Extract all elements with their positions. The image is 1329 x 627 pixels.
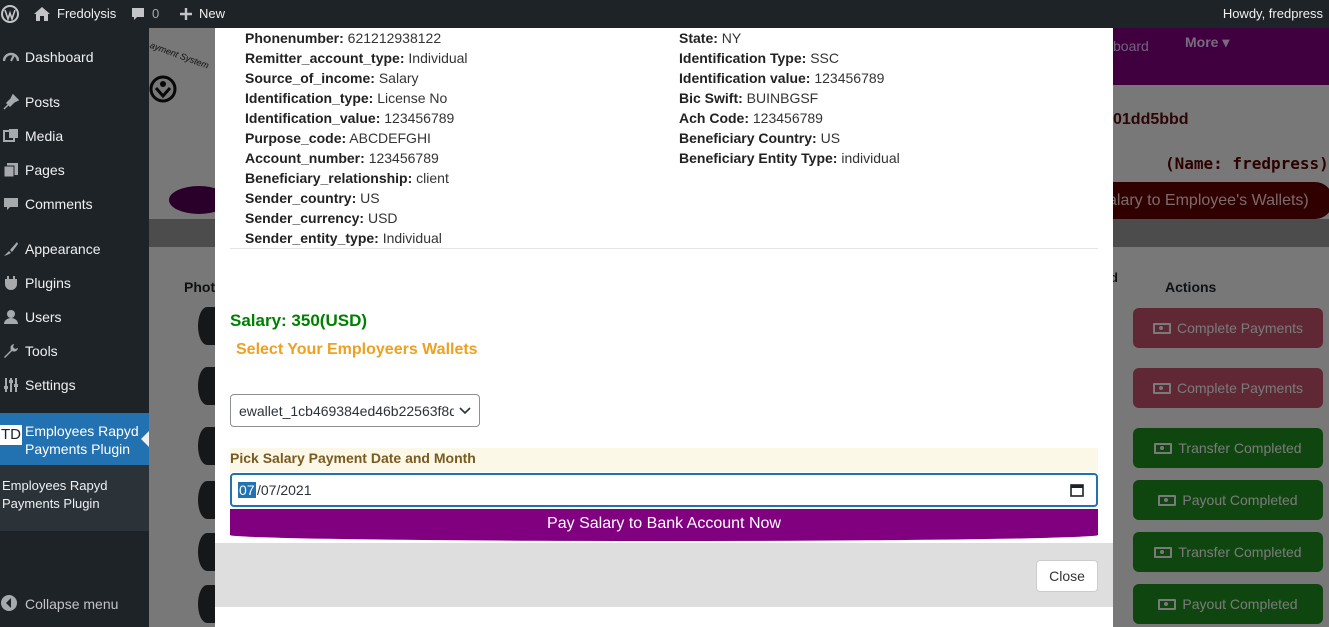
sidebar-item-label: Plugins xyxy=(25,275,71,291)
divider xyxy=(230,248,1098,249)
detail-purpose-code: Purpose_code: ABCDEFGHI xyxy=(245,130,431,146)
dashboard-icon xyxy=(2,48,20,66)
calendar-icon[interactable] xyxy=(1070,483,1084,497)
collapse-menu-button[interactable]: Collapse menu xyxy=(0,586,149,622)
new-label: New xyxy=(199,6,226,21)
sidebar-item-posts[interactable]: Posts xyxy=(0,85,149,119)
admin-bar: Fredolysis 0 New Howdy, fredpress xyxy=(0,0,1329,28)
comment-bubble-icon xyxy=(132,8,144,20)
comments-icon xyxy=(2,195,20,213)
date-month-segment[interactable]: 07 xyxy=(238,482,256,498)
sidebar-item-comments[interactable]: Comments xyxy=(0,187,149,221)
chevron-down-icon xyxy=(459,407,471,415)
comments-link[interactable]: 0 xyxy=(130,0,159,28)
detail-remitter-account-type: Remitter_account_type: Individual xyxy=(245,50,468,66)
pick-date-label: Pick Salary Payment Date and Month xyxy=(230,448,1098,472)
wrench-icon xyxy=(2,342,20,360)
close-button[interactable]: Close xyxy=(1036,560,1098,592)
settings-icon xyxy=(2,376,20,394)
plus-icon xyxy=(180,8,192,20)
sidebar-item-tools[interactable]: Tools xyxy=(0,334,149,368)
salary-date-input[interactable]: 07 /07/2021 xyxy=(230,473,1098,507)
detail-beneficiary-relationship: Beneficiary_relationship: client xyxy=(245,170,449,186)
detail-beneficiary-entity-type: Beneficiary Entity Type: individual xyxy=(679,150,900,166)
detail-beneficiary-country: Beneficiary Country: US xyxy=(679,130,841,146)
site-name-link[interactable]: Fredolysis xyxy=(33,0,116,28)
sidebar-item-label: Comments xyxy=(25,196,93,212)
detail-source-of-income: Source_of_income: Salary xyxy=(245,70,419,86)
wallet-select[interactable]: ewallet_1cb469384ed46b22563f8d xyxy=(230,394,480,427)
sidebar-item-employees-rapyd[interactable]: TD Employees Rapyd Payments Plugin xyxy=(0,413,149,465)
select-wallet-heading: Select Your Employeers Wallets xyxy=(236,341,478,358)
my-account-link[interactable]: Howdy, fredpress xyxy=(1223,0,1323,28)
new-content-link[interactable]: New xyxy=(179,0,225,28)
detail-account-number: Account_number: 123456789 xyxy=(245,150,439,166)
collapse-menu-label: Collapse menu xyxy=(25,596,119,612)
comments-count: 0 xyxy=(152,6,160,21)
sidebar-item-plugins[interactable]: Plugins xyxy=(0,266,149,300)
sidebar-item-label: Tools xyxy=(25,343,58,359)
detail-bic-swift: Bic Swift: BUINBGSF xyxy=(679,90,819,106)
pages-icon xyxy=(2,161,20,179)
collapse-arrow-icon xyxy=(0,594,18,615)
detail-identification-type: Identification_type: License No xyxy=(245,90,448,106)
detail-identification-value-right: Identification value: 123456789 xyxy=(679,70,885,86)
sidebar-item-label: Appearance xyxy=(25,241,101,257)
sidebar-item-settings[interactable]: Settings xyxy=(0,368,149,402)
submenu-item-employees-rapyd[interactable]: Employees Rapyd Payments Plugin xyxy=(2,477,149,513)
payment-modal: Phonenumber: 621212938122 Remitter_accou… xyxy=(215,28,1113,627)
detail-phonenumber: Phonenumber: 621212938122 xyxy=(245,30,442,46)
sidebar-item-dashboard[interactable]: Dashboard xyxy=(0,40,149,74)
pay-salary-button[interactable]: Pay Salary to Bank Account Now xyxy=(230,509,1098,541)
sidebar-item-label: Pages xyxy=(25,162,65,178)
home-icon xyxy=(34,7,50,21)
detail-ach-code: Ach Code: 123456789 xyxy=(679,110,823,126)
pin-icon xyxy=(2,93,20,111)
media-icon xyxy=(2,127,20,145)
plugin-icon xyxy=(2,274,20,292)
date-rest-segment[interactable]: /07/2021 xyxy=(257,482,312,498)
submenu: Employees Rapyd Payments Plugin xyxy=(0,465,149,531)
howdy-text: Howdy, fredpress xyxy=(1222,6,1323,21)
sidebar-item-label: Media xyxy=(25,128,64,144)
brush-icon xyxy=(2,240,20,258)
sidebar-item-label: Settings xyxy=(25,377,76,393)
wordpress-logo-icon[interactable] xyxy=(0,0,20,28)
detail-identification-value: Identification_value: 123456789 xyxy=(245,110,455,126)
sidebar-item-appearance[interactable]: Appearance xyxy=(0,232,149,266)
plugin-badge: TD xyxy=(0,425,22,445)
wallet-select-value: ewallet_1cb469384ed46b22563f8d xyxy=(239,403,454,419)
site-name: Fredolysis xyxy=(57,6,117,21)
modal-footer: Close xyxy=(215,543,1113,607)
detail-sender-entity-type: Sender_entity_type: Individual xyxy=(245,230,442,246)
sidebar-item-label: Users xyxy=(25,309,62,325)
current-menu-arrow xyxy=(141,431,149,447)
detail-state: State: NY xyxy=(679,30,742,46)
sidebar-item-pages[interactable]: Pages xyxy=(0,153,149,187)
admin-sidebar: Dashboard Posts Media Pages Comments App… xyxy=(0,28,149,627)
sidebar-item-users[interactable]: Users xyxy=(0,300,149,334)
users-icon xyxy=(2,308,20,326)
sidebar-item-media[interactable]: Media xyxy=(0,119,149,153)
detail-identification-type-right: Identification Type: SSC xyxy=(679,50,839,66)
sidebar-item-label: Dashboard xyxy=(25,49,94,65)
salary-amount: Salary: 350(USD) xyxy=(230,311,368,330)
detail-sender-currency: Sender_currency: USD xyxy=(245,210,398,226)
sidebar-item-label: Employees Rapyd Payments Plugin xyxy=(25,423,139,457)
sidebar-item-label: Posts xyxy=(25,94,61,110)
detail-sender-country: Sender_country: US xyxy=(245,190,380,206)
